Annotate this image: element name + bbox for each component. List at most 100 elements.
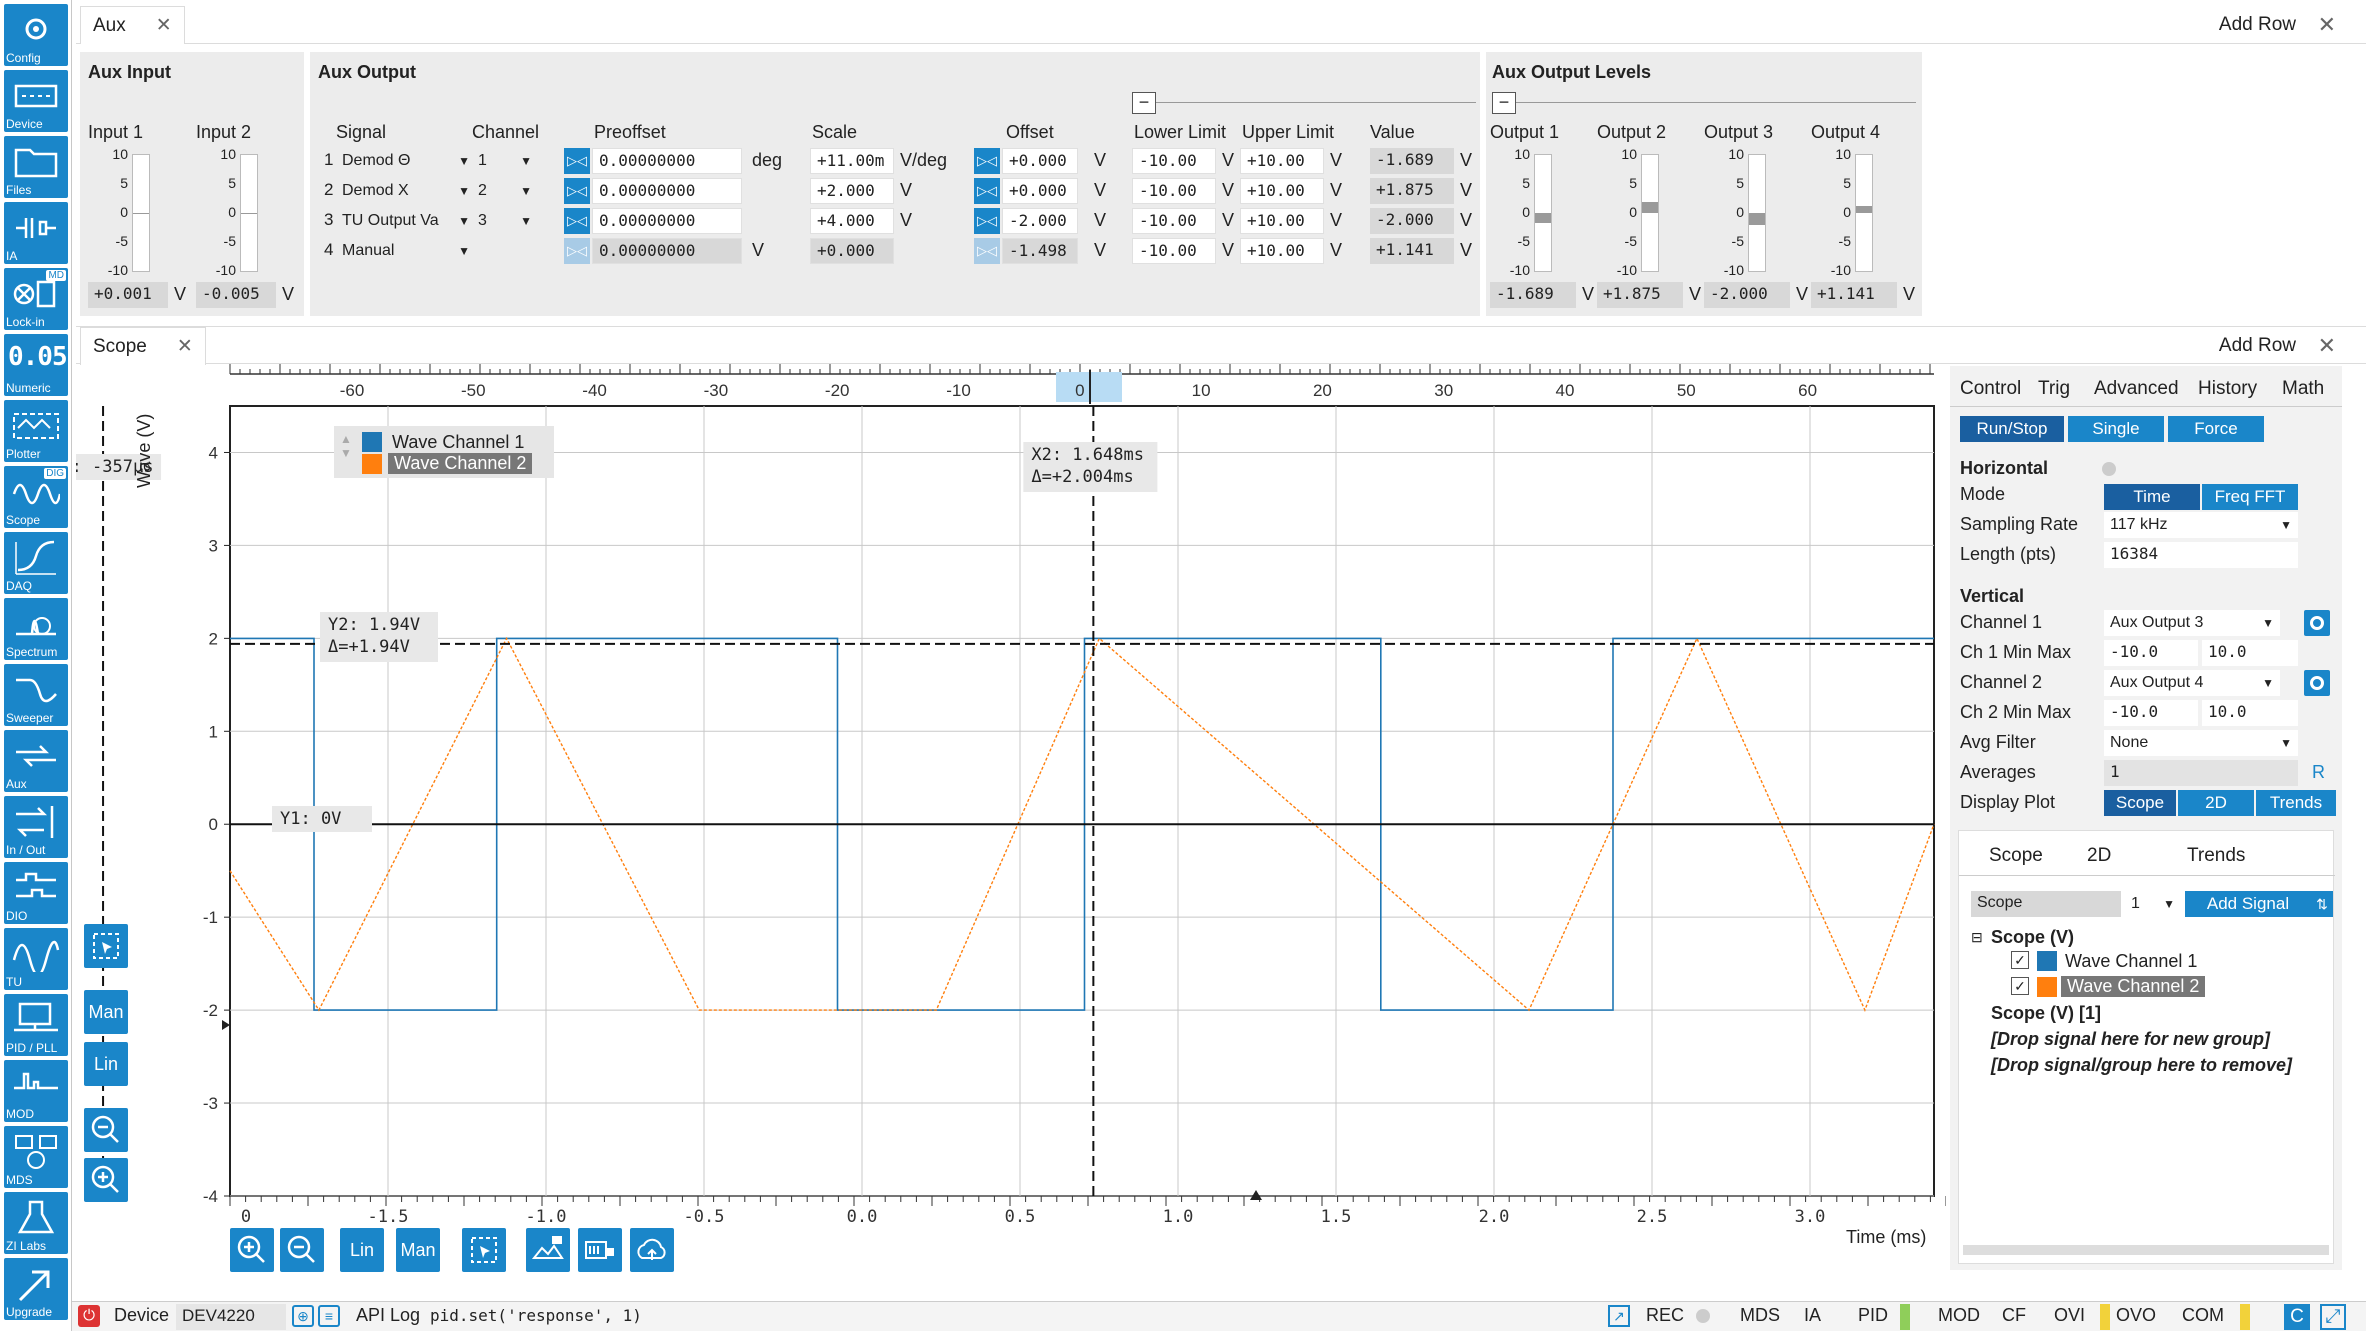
preoffset-input[interactable]: 0.00000000 [592,178,742,204]
close-icon[interactable]: ✕ [2318,12,2336,38]
lower-limit-input[interactable]: -10.00 [1132,208,1216,234]
scale-input[interactable]: +11.00m [810,148,894,174]
status-rec[interactable]: REC [1646,1305,1684,1326]
tab-trig[interactable]: Trig [2038,378,2070,400]
collapse-button[interactable]: − [1132,92,1156,114]
cursor-tool-button[interactable] [462,1228,506,1272]
signal-select[interactable]: Manual [336,238,476,264]
offset-input[interactable]: -1.498 [1002,238,1078,264]
zoom-in-icon[interactable] [84,1158,128,1202]
preoffset-set-icon[interactable]: ▷◁ [564,238,590,264]
status-ovi[interactable]: OVI [2054,1305,2085,1326]
x-scale-man-button[interactable]: Man [396,1228,440,1272]
display-scope-button[interactable]: Scope [2104,790,2176,816]
sidebar-item-aux[interactable]: Aux [4,730,68,792]
offset-input[interactable]: +0.000 [1002,178,1078,204]
close-icon[interactable]: ✕ [177,336,193,357]
legend[interactable]: ▲ ▼ Wave Channel 1 Wave Channel 2 [334,426,554,478]
offset-set-icon[interactable]: ▷◁ [974,208,1000,234]
reset-button[interactable]: R [2312,762,2325,783]
save-image-icon[interactable] [526,1228,570,1272]
avg-filter-select[interactable]: None [2104,730,2298,756]
signal-select[interactable]: TU Output Va [336,208,476,234]
drop-target[interactable]: [Drop signal/group here to remove] [1991,1055,2292,1076]
close-icon[interactable]: ✕ [156,15,172,36]
add-row-button[interactable]: Add Row [2219,335,2296,357]
status-ovo[interactable]: OVO [2116,1305,2156,1326]
status-mds[interactable]: MDS [1740,1305,1780,1326]
status-cf[interactable]: CF [2002,1305,2026,1326]
tree-icon[interactable]: ⇅ [2311,891,2333,917]
tab-aux[interactable]: Aux ✕ [80,6,185,44]
ch1-max-input[interactable]: 10.0 [2202,640,2298,666]
sidebar-item-device[interactable]: Device [4,70,68,132]
checkbox-icon[interactable]: ✓ [2011,977,2029,995]
sidebar-item-plotter[interactable]: Plotter [4,400,68,462]
tree-channel-1[interactable]: Wave Channel 1 [2065,951,2197,972]
preoffset-set-icon[interactable]: ▷◁ [564,208,590,234]
channel-2-select[interactable]: Aux Output 4 [2104,670,2280,696]
offset-input[interactable]: -2.000 [1002,208,1078,234]
status-mod[interactable]: MOD [1938,1305,1980,1326]
tree-expander-icon[interactable]: ⊟ [1971,929,1983,946]
lower-limit-input[interactable]: -10.00 [1132,178,1216,204]
horizontal-scrollbar[interactable] [1963,1245,2329,1255]
sidebar-item-sweeper[interactable]: Sweeper [4,664,68,726]
sidebar-item-spectrum[interactable]: Spectrum [4,598,68,660]
scale-input[interactable]: +4.000 [810,208,894,234]
cloud-upload-icon[interactable] [630,1228,674,1272]
run-stop-button[interactable]: Run/Stop [1960,416,2064,442]
lower-limit-input[interactable]: -10.00 [1132,148,1216,174]
popout-icon[interactable]: ↗ [1608,1305,1630,1327]
offset-input[interactable]: +0.000 [1002,148,1078,174]
expand-icon[interactable]: ⤢ [2320,1304,2346,1330]
preoffset-input[interactable]: 0.00000000 [592,148,742,174]
close-icon[interactable]: ✕ [2318,333,2336,359]
sidebar-item-dio[interactable]: DIO [4,862,68,924]
api-log-field[interactable]: pid.set('response', 1) [424,1304,1580,1330]
x-scale-lin-button[interactable]: Lin [340,1228,384,1272]
menu-icon[interactable]: ≡ [318,1305,340,1327]
single-button[interactable]: Single [2068,416,2164,442]
signal-select[interactable]: Demod Θ [336,148,476,174]
channel-1-color-button[interactable] [2304,610,2330,636]
tab-advanced[interactable]: Advanced [2094,378,2179,400]
cursor-tool-button[interactable] [84,924,128,968]
add-signal-button[interactable]: Add Signal [2185,891,2311,917]
scale-input[interactable]: +2.000 [810,178,894,204]
sidebar-item-scope[interactable]: DIG Scope [4,466,68,528]
c-button[interactable]: C [2284,1304,2310,1330]
ch2-max-input[interactable]: 10.0 [2202,700,2298,726]
preoffset-set-icon[interactable]: ▷◁ [564,148,590,174]
offset-set-icon[interactable]: ▷◁ [974,148,1000,174]
upper-limit-input[interactable]: +10.00 [1240,148,1324,174]
sidebar-item-daq[interactable]: DAQ [4,532,68,594]
force-button[interactable]: Force [2168,416,2264,442]
preoffset-input[interactable]: 0.00000000 [592,208,742,234]
tree-channel-2[interactable]: Wave Channel 2 [2061,976,2206,997]
offset-set-icon[interactable]: ▷◁ [974,178,1000,204]
averages-input[interactable]: 1 [2104,760,2298,786]
tab-control[interactable]: Control [1960,378,2021,400]
add-row-button[interactable]: Add Row [2219,14,2296,36]
sidebar-item-mod[interactable]: MOD [4,1060,68,1122]
drop-target[interactable]: [Drop signal here for new group] [1991,1029,2270,1050]
lower-limit-input[interactable]: -10.00 [1132,238,1216,264]
upper-limit-input[interactable]: +10.00 [1240,238,1324,264]
status-com[interactable]: COM [2182,1305,2224,1326]
save-data-icon[interactable] [578,1228,622,1272]
sidebar-item-pid-pll[interactable]: PID / PLL [4,994,68,1056]
power-icon[interactable]: ⏻ [78,1305,100,1327]
settings-icon[interactable]: ⊕ [292,1305,314,1327]
tab-math[interactable]: Math [2282,378,2324,400]
subtab-scope[interactable]: Scope [1989,845,2043,867]
display-2d-button[interactable]: 2D [2178,790,2254,816]
sidebar-item-upgrade[interactable]: Upgrade [4,1258,68,1320]
upper-limit-input[interactable]: +10.00 [1240,208,1324,234]
y-scale-man-button[interactable]: Man [84,990,128,1034]
ch2-min-input[interactable]: -10.0 [2104,700,2198,726]
sidebar-item-mds[interactable]: MDS [4,1126,68,1188]
zoom-in-icon[interactable] [230,1228,274,1272]
display-trends-button[interactable]: Trends [2256,790,2336,816]
upper-limit-input[interactable]: +10.00 [1240,178,1324,204]
